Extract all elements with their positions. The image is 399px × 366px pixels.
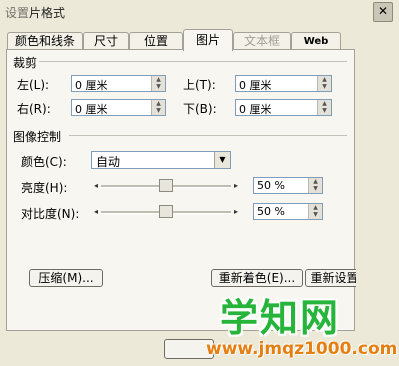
slider-right-icon[interactable]: ▸: [231, 181, 241, 190]
slider-right-icon[interactable]: ▸: [231, 207, 241, 216]
spin-down-icon[interactable]: ▼: [309, 211, 322, 218]
slider-thumb[interactable]: [159, 179, 173, 192]
watermark-title: 学知网: [220, 296, 341, 340]
tab-size[interactable]: 尺寸: [83, 32, 129, 50]
spin-arrows[interactable]: ▲ ▼: [317, 76, 331, 91]
watermark-logo: 学知网 www.jmqz1000.com: [178, 285, 398, 365]
tab-picture[interactable]: 图片: [183, 29, 233, 51]
brightness-label: 亮度(H):: [21, 181, 68, 195]
spin-down-icon[interactable]: ▼: [318, 107, 331, 114]
crop-top-label: 上(T):: [183, 78, 216, 92]
watermark-url: www.jmqz1000.com: [206, 339, 398, 359]
brightness-value: 50 %: [257, 179, 285, 192]
spin-up-icon[interactable]: ▲: [152, 76, 165, 83]
slider-thumb[interactable]: [159, 205, 173, 218]
color-select[interactable]: 自动 ▼: [91, 151, 231, 169]
crop-bottom-label: 下(B):: [183, 102, 217, 116]
chevron-down-icon[interactable]: ▼: [214, 152, 230, 168]
brightness-slider[interactable]: ◂ ▸: [91, 179, 241, 193]
title-bar: 设置片格式 ✕: [0, 0, 399, 24]
spin-arrows[interactable]: ▲ ▼: [308, 204, 322, 219]
spin-down-icon[interactable]: ▼: [318, 83, 331, 90]
contrast-slider[interactable]: ◂ ▸: [91, 205, 241, 219]
brightness-spinner[interactable]: 50 % ▲ ▼: [253, 177, 323, 194]
spin-up-icon[interactable]: ▲: [318, 100, 331, 107]
spin-up-icon[interactable]: ▲: [152, 100, 165, 107]
color-label: 颜色(C):: [21, 155, 67, 169]
spin-arrows[interactable]: ▲ ▼: [308, 178, 322, 193]
slider-left-icon[interactable]: ◂: [91, 181, 101, 190]
spin-up-icon[interactable]: ▲: [309, 178, 322, 185]
tab-colors-lines[interactable]: 颜色和线条: [7, 32, 83, 50]
crop-bottom-spinner[interactable]: 0 厘米 ▲ ▼: [235, 99, 332, 116]
compress-button[interactable]: 压缩(M)...: [29, 269, 103, 287]
crop-section-title: 裁剪: [13, 56, 38, 70]
contrast-spinner[interactable]: 50 % ▲ ▼: [253, 203, 323, 220]
spin-up-icon[interactable]: ▲: [309, 204, 322, 211]
crop-right-spinner[interactable]: 0 厘米 ▲ ▼: [71, 99, 166, 116]
spin-up-icon[interactable]: ▲: [318, 76, 331, 83]
slider-left-icon[interactable]: ◂: [91, 207, 101, 216]
tab-web[interactable]: Web: [291, 32, 341, 50]
image-control-section-title: 图像控制: [13, 130, 62, 144]
spin-arrows[interactable]: ▲ ▼: [151, 100, 165, 115]
contrast-label: 对比度(N):: [21, 207, 80, 221]
crop-top-value: 0 厘米: [239, 79, 272, 92]
dialog-title-rest: 片格式: [29, 6, 66, 20]
close-button[interactable]: ✕: [373, 2, 393, 22]
spin-down-icon[interactable]: ▼: [309, 185, 322, 192]
tab-position[interactable]: 位置: [129, 32, 183, 50]
spin-down-icon[interactable]: ▼: [152, 107, 165, 114]
contrast-value: 50 %: [257, 205, 285, 218]
color-select-value: 自动: [96, 155, 121, 169]
crop-left-spinner[interactable]: 0 厘米 ▲ ▼: [71, 75, 166, 92]
dialog-title: 设置片格式: [5, 4, 65, 21]
spin-down-icon[interactable]: ▼: [152, 83, 165, 90]
crop-left-label: 左(L):: [17, 78, 50, 92]
tab-textbox: 文本框: [233, 32, 291, 50]
crop-separator: [39, 61, 347, 62]
spin-arrows[interactable]: ▲ ▼: [317, 100, 331, 115]
crop-bottom-value: 0 厘米: [239, 103, 272, 116]
close-icon: ✕: [377, 4, 389, 18]
crop-top-spinner[interactable]: 0 厘米 ▲ ▼: [235, 75, 332, 92]
crop-right-label: 右(R):: [17, 102, 51, 116]
dialog-title-start: 设置: [5, 6, 30, 20]
crop-right-value: 0 厘米: [75, 103, 108, 116]
spin-arrows[interactable]: ▲ ▼: [151, 76, 165, 91]
image-control-separator: [69, 135, 347, 136]
crop-left-value: 0 厘米: [75, 79, 108, 92]
